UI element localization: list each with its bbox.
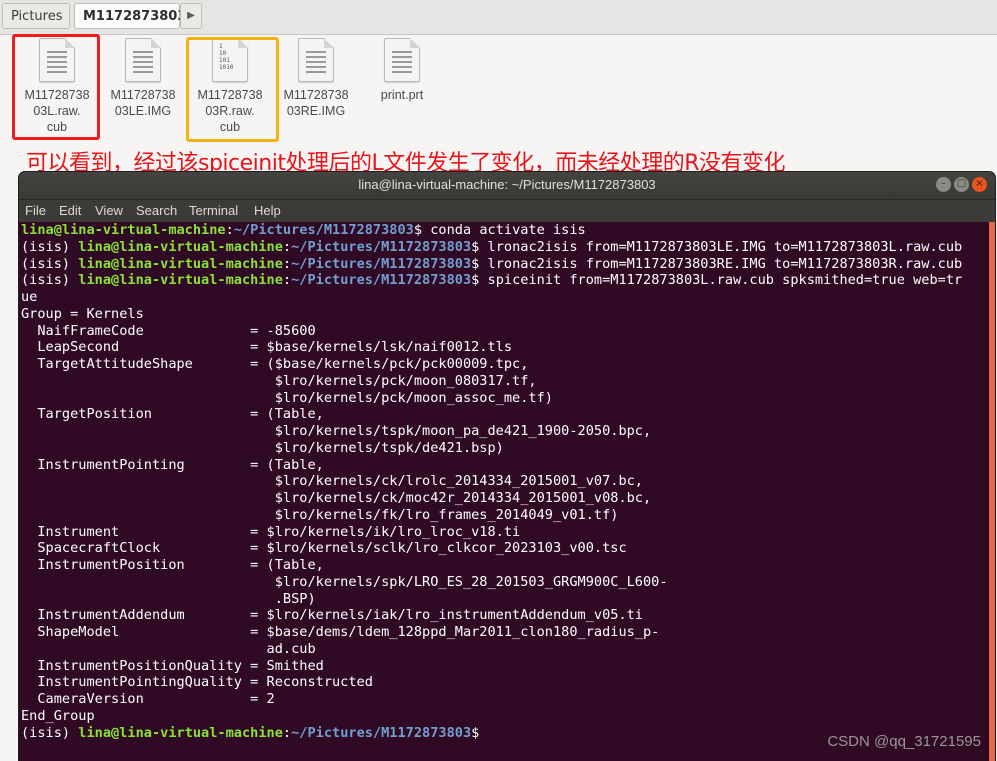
output-line: $lro/kernels/fk/lro_frames_2014049_v01.t… <box>21 506 619 523</box>
file-name: M11728738 03RE.IMG <box>283 88 349 118</box>
menu-edit[interactable]: Edit <box>59 203 81 218</box>
output-line: $lro/kernels/tspk/moon_pa_de421_1900-205… <box>21 423 652 439</box>
text-file-icon <box>125 38 161 82</box>
output-line: LeapSecond = $base/kernels/lsk/naif0012.… <box>21 339 513 356</box>
scrollbar[interactable] <box>989 222 995 761</box>
file-item[interactable]: M11728738 03LE.IMG <box>100 38 186 119</box>
menu-terminal[interactable]: Terminal <box>189 203 238 218</box>
output-line: InstrumentPosition = (Table, <box>21 557 324 573</box>
output-line: End_Group <box>21 707 95 724</box>
menu-file[interactable]: File <box>25 203 46 218</box>
output-line: $lro/kernels/pck/moon_080317.tf, <box>21 372 537 389</box>
output-line: Instrument = $lro/kernels/ik/lro_lroc_v1… <box>21 523 521 540</box>
path-bar: Pictures M1172873803 ▶ <box>0 0 997 35</box>
prompt-line: lina@lina-virtual-machine:~/Pictures/M11… <box>21 222 586 238</box>
chevron-right-icon[interactable]: ▶ <box>180 3 202 29</box>
output-line: .BSP) <box>21 590 316 607</box>
output-line: $lro/kernels/ck/moc42r_2014334_2015001_v… <box>21 490 652 506</box>
prompt-line: (isis) lina@lina-virtual-machine:~/Pictu… <box>21 238 963 255</box>
terminal-titlebar[interactable]: lina@lina-virtual-machine: ~/Pictures/M1… <box>19 172 995 200</box>
file-name: print.prt <box>380 88 424 102</box>
output-line: $lro/kernels/ck/lrolc_2014334_2015001_v0… <box>21 473 643 490</box>
text-file-icon <box>298 38 334 82</box>
output-line: Group = Kernels <box>21 305 144 322</box>
breadcrumb-pictures[interactable]: Pictures <box>2 3 70 29</box>
file-item[interactable]: print.prt <box>359 38 445 103</box>
terminal-menubar: File Edit View Search Terminal Help <box>19 200 995 222</box>
terminal-output[interactable]: lina@lina-virtual-machine:~/Pictures/M11… <box>21 222 987 741</box>
terminal-window[interactable]: lina@lina-virtual-machine: ~/Pictures/M1… <box>19 172 995 761</box>
menu-help[interactable]: Help <box>254 203 281 218</box>
output-line: InstrumentPositionQuality = Smithed <box>21 657 324 674</box>
watermark: CSDN @qq_31721595 <box>827 733 981 750</box>
output-line: SpacecraftClock = $lro/kernels/sclk/lro_… <box>21 540 627 557</box>
breadcrumb-current-folder[interactable]: M1172873803 <box>74 3 186 29</box>
window-title: lina@lina-virtual-machine: ~/Pictures/M1… <box>358 177 656 192</box>
output-line: $lro/kernels/tspk/de421.bsp) <box>21 439 504 456</box>
file-name: M11728738 03LE.IMG <box>110 88 176 118</box>
output-line: ue <box>21 289 38 305</box>
output-line: InstrumentAddendum = $lro/kernels/iak/lr… <box>21 607 643 624</box>
output-line: InstrumentPointingQuality = Reconstructe… <box>21 674 373 691</box>
menu-search[interactable]: Search <box>136 203 177 218</box>
output-line: InstrumentPointing = (Table, <box>21 456 324 473</box>
output-line: NaifFrameCode = -85600 <box>21 322 316 339</box>
output-line: $lro/kernels/spk/LRO_ES_28_201503_GRGM90… <box>21 573 668 590</box>
prompt-line: (isis) lina@lina-virtual-machine:~/Pictu… <box>21 272 963 289</box>
highlight-box-red <box>12 34 100 140</box>
output-line: ShapeModel = $base/dems/ldem_128ppd_Mar2… <box>21 624 660 640</box>
maximize-icon[interactable]: □ <box>954 177 969 192</box>
close-icon[interactable]: × <box>972 177 987 192</box>
output-line: CameraVersion = 2 <box>21 691 275 707</box>
output-line: $lro/kernels/pck/moon_assoc_me.tf) <box>21 389 553 406</box>
minimize-icon[interactable]: – <box>936 177 951 192</box>
output-line: TargetPosition = (Table, <box>21 406 324 423</box>
output-line: ad.cub <box>21 640 316 657</box>
output-line: TargetAttitudeShape = ($base/kernels/pck… <box>21 356 529 372</box>
menu-view[interactable]: View <box>95 203 123 218</box>
text-file-icon <box>384 38 420 82</box>
file-item[interactable]: M11728738 03RE.IMG <box>273 38 359 119</box>
highlight-box-orange <box>186 37 279 142</box>
prompt-line: (isis) lina@lina-virtual-machine:~/Pictu… <box>21 255 963 272</box>
